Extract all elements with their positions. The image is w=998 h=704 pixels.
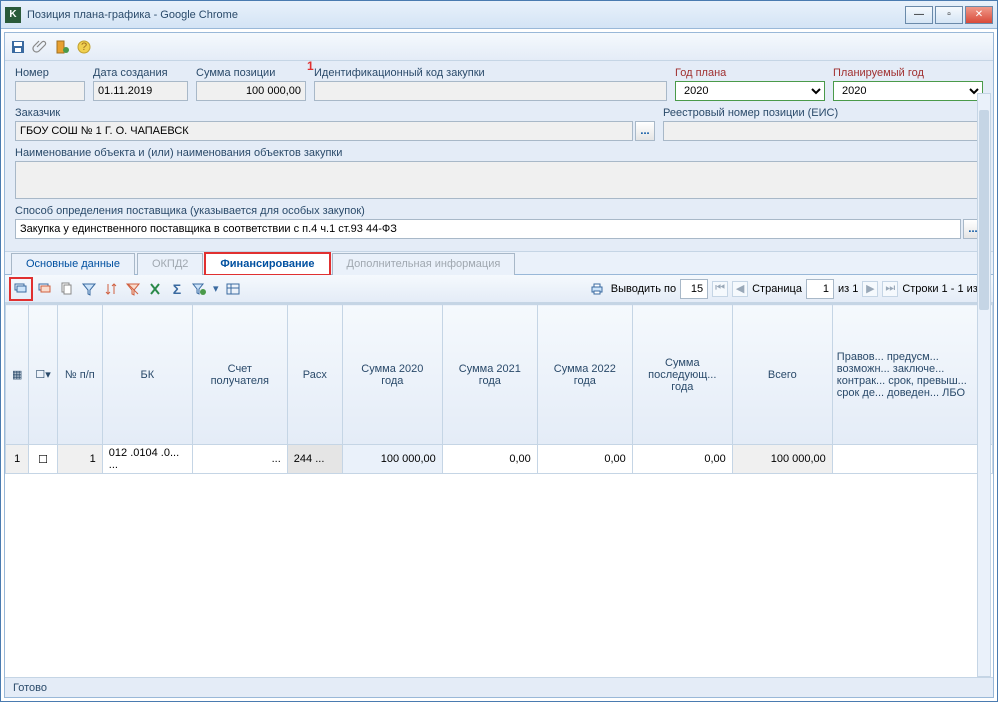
filter-icon[interactable]: [81, 281, 97, 297]
cell-s2022[interactable]: 0,00: [537, 445, 632, 474]
cell-bk[interactable]: 012 .0104 .0... ...: [102, 445, 192, 474]
svg-text:?: ?: [81, 41, 87, 53]
page-first-button[interactable]: ⏮: [712, 281, 728, 297]
object-name-field: [15, 161, 983, 199]
cell-rownum: 1: [6, 445, 29, 474]
reestr-field: [663, 121, 983, 141]
grid-corner-icon[interactable]: ▦: [12, 369, 22, 381]
sigma-icon[interactable]: Σ: [169, 281, 185, 297]
tab-okpd2[interactable]: ОКПД2: [137, 253, 203, 275]
rows-label: Строки 1 - 1 из 1: [902, 283, 987, 295]
grid[interactable]: ▦ ☐▾ № п/п БК Счет получателя Расх Сумма…: [5, 303, 993, 677]
filter-clear-icon[interactable]: [125, 281, 141, 297]
col-sum2022[interactable]: Сумма 2022 года: [537, 305, 632, 445]
cell-rash[interactable]: 244 ...: [287, 445, 342, 474]
col-sum2020[interactable]: Сумма 2020 года: [342, 305, 442, 445]
delete-row-icon[interactable]: [37, 281, 53, 297]
sort-icon[interactable]: [103, 281, 119, 297]
page-next-button[interactable]: ▶: [862, 281, 878, 297]
customer-lookup-button[interactable]: ...: [635, 121, 655, 141]
select-all-checkbox[interactable]: ☐▾: [35, 369, 50, 381]
row-checkbox[interactable]: ☐: [38, 454, 48, 466]
label-reestr: Реестровый номер позиции (ЕИС): [663, 107, 983, 119]
number-field: [15, 81, 85, 101]
maximize-button[interactable]: ▫: [935, 6, 963, 24]
page-size-input[interactable]: [680, 279, 708, 299]
create-date-field: [93, 81, 188, 101]
page-prev-button[interactable]: ◀: [732, 281, 748, 297]
excel-icon[interactable]: [147, 281, 163, 297]
print-icon[interactable]: [589, 281, 605, 297]
dropdown-icon[interactable]: ▾: [213, 282, 219, 295]
label-method: Способ определения поставщика (указывает…: [15, 205, 983, 217]
col-sum2021[interactable]: Сумма 2021 года: [442, 305, 537, 445]
page-last-button[interactable]: ⏭: [882, 281, 898, 297]
scrollbar-thumb[interactable]: [979, 110, 989, 310]
plan-year-select[interactable]: 2020: [675, 81, 825, 101]
pager: Выводить по ⏮ ◀ Страница из 1 ▶ ⏭ Строки…: [611, 279, 987, 299]
col-total[interactable]: Всего: [732, 305, 832, 445]
tab-additional[interactable]: Дополнительная информация: [332, 253, 516, 275]
annotation-1: 1: [307, 59, 314, 73]
funnel-gear-icon[interactable]: [191, 281, 207, 297]
label-planned-year: Планируемый год: [833, 67, 983, 79]
cell-account[interactable]: ...: [192, 445, 287, 474]
window-title: Позиция плана-графика - Google Chrome: [27, 9, 905, 21]
status-text: Готово: [13, 682, 47, 694]
col-right[interactable]: Правов... предусм... возможн... заключе.…: [832, 305, 992, 445]
cell-right[interactable]: [832, 445, 992, 474]
page-input[interactable]: [806, 279, 834, 299]
cell-snext[interactable]: 0,00: [632, 445, 732, 474]
cell-bkn: 1: [57, 445, 102, 474]
page-label: Страница: [752, 283, 802, 295]
cell-total: 100 000,00: [732, 445, 832, 474]
main-toolbar: ?: [5, 33, 993, 61]
tab-finance[interactable]: Финансирование: [205, 253, 329, 275]
col-sumnext[interactable]: Сумма последующ... года: [632, 305, 732, 445]
cell-s2021[interactable]: 0,00: [442, 445, 537, 474]
label-sum: Сумма позиции: [196, 67, 306, 79]
planned-year-select[interactable]: 2020: [833, 81, 983, 101]
sum-field: [196, 81, 306, 101]
grid-toolbar: Σ ▾ Выводить по ⏮ ◀ Страница из 1 ▶ ⏭ Ст…: [5, 275, 993, 303]
table-row[interactable]: 1 ☐ 1 012 .0104 .0... ... ... 244 ... 10…: [6, 445, 993, 474]
attach-icon[interactable]: [31, 38, 49, 56]
page-of: из 1: [838, 283, 858, 295]
label-plan-year: Год плана: [675, 67, 825, 79]
statusbar: Готово: [5, 677, 993, 697]
vertical-scrollbar[interactable]: [977, 93, 991, 677]
method-field[interactable]: [15, 219, 961, 239]
copy-icon[interactable]: [59, 281, 75, 297]
label-object-name: Наименование объекта и (или) наименовани…: [15, 147, 983, 159]
grid-layout-icon[interactable]: [225, 281, 241, 297]
app-icon: K: [5, 7, 21, 23]
sheet-icon[interactable]: [53, 38, 71, 56]
label-customer: Заказчик: [15, 107, 655, 119]
save-icon[interactable]: [9, 38, 27, 56]
col-rash[interactable]: Расх: [287, 305, 342, 445]
col-rownum[interactable]: № п/п: [57, 305, 102, 445]
ikz-field: [314, 81, 667, 101]
cell-s2020[interactable]: 100 000,00: [342, 445, 442, 474]
col-bk[interactable]: БК: [102, 305, 192, 445]
label-create-date: Дата создания: [93, 67, 188, 79]
add-row-icon[interactable]: [13, 281, 29, 297]
minimize-button[interactable]: —: [905, 6, 933, 24]
help-icon[interactable]: ?: [75, 38, 93, 56]
customer-field: [15, 121, 633, 141]
close-button[interactable]: ✕: [965, 6, 993, 24]
titlebar: K Позиция плана-графика - Google Chrome …: [1, 1, 997, 29]
label-number: Номер: [15, 67, 85, 79]
col-account[interactable]: Счет получателя: [192, 305, 287, 445]
tab-main[interactable]: Основные данные: [11, 253, 135, 275]
grid-header-row: ▦ ☐▾ № п/п БК Счет получателя Расх Сумма…: [6, 305, 993, 445]
label-ikz: Идентификационный код закупки: [314, 67, 667, 79]
tab-strip: Основные данные ОКПД2 Финансирование Доп…: [5, 252, 993, 275]
form-area: Номер Дата создания Сумма позиции Иденти…: [5, 61, 993, 252]
showby-label: Выводить по: [611, 283, 676, 295]
